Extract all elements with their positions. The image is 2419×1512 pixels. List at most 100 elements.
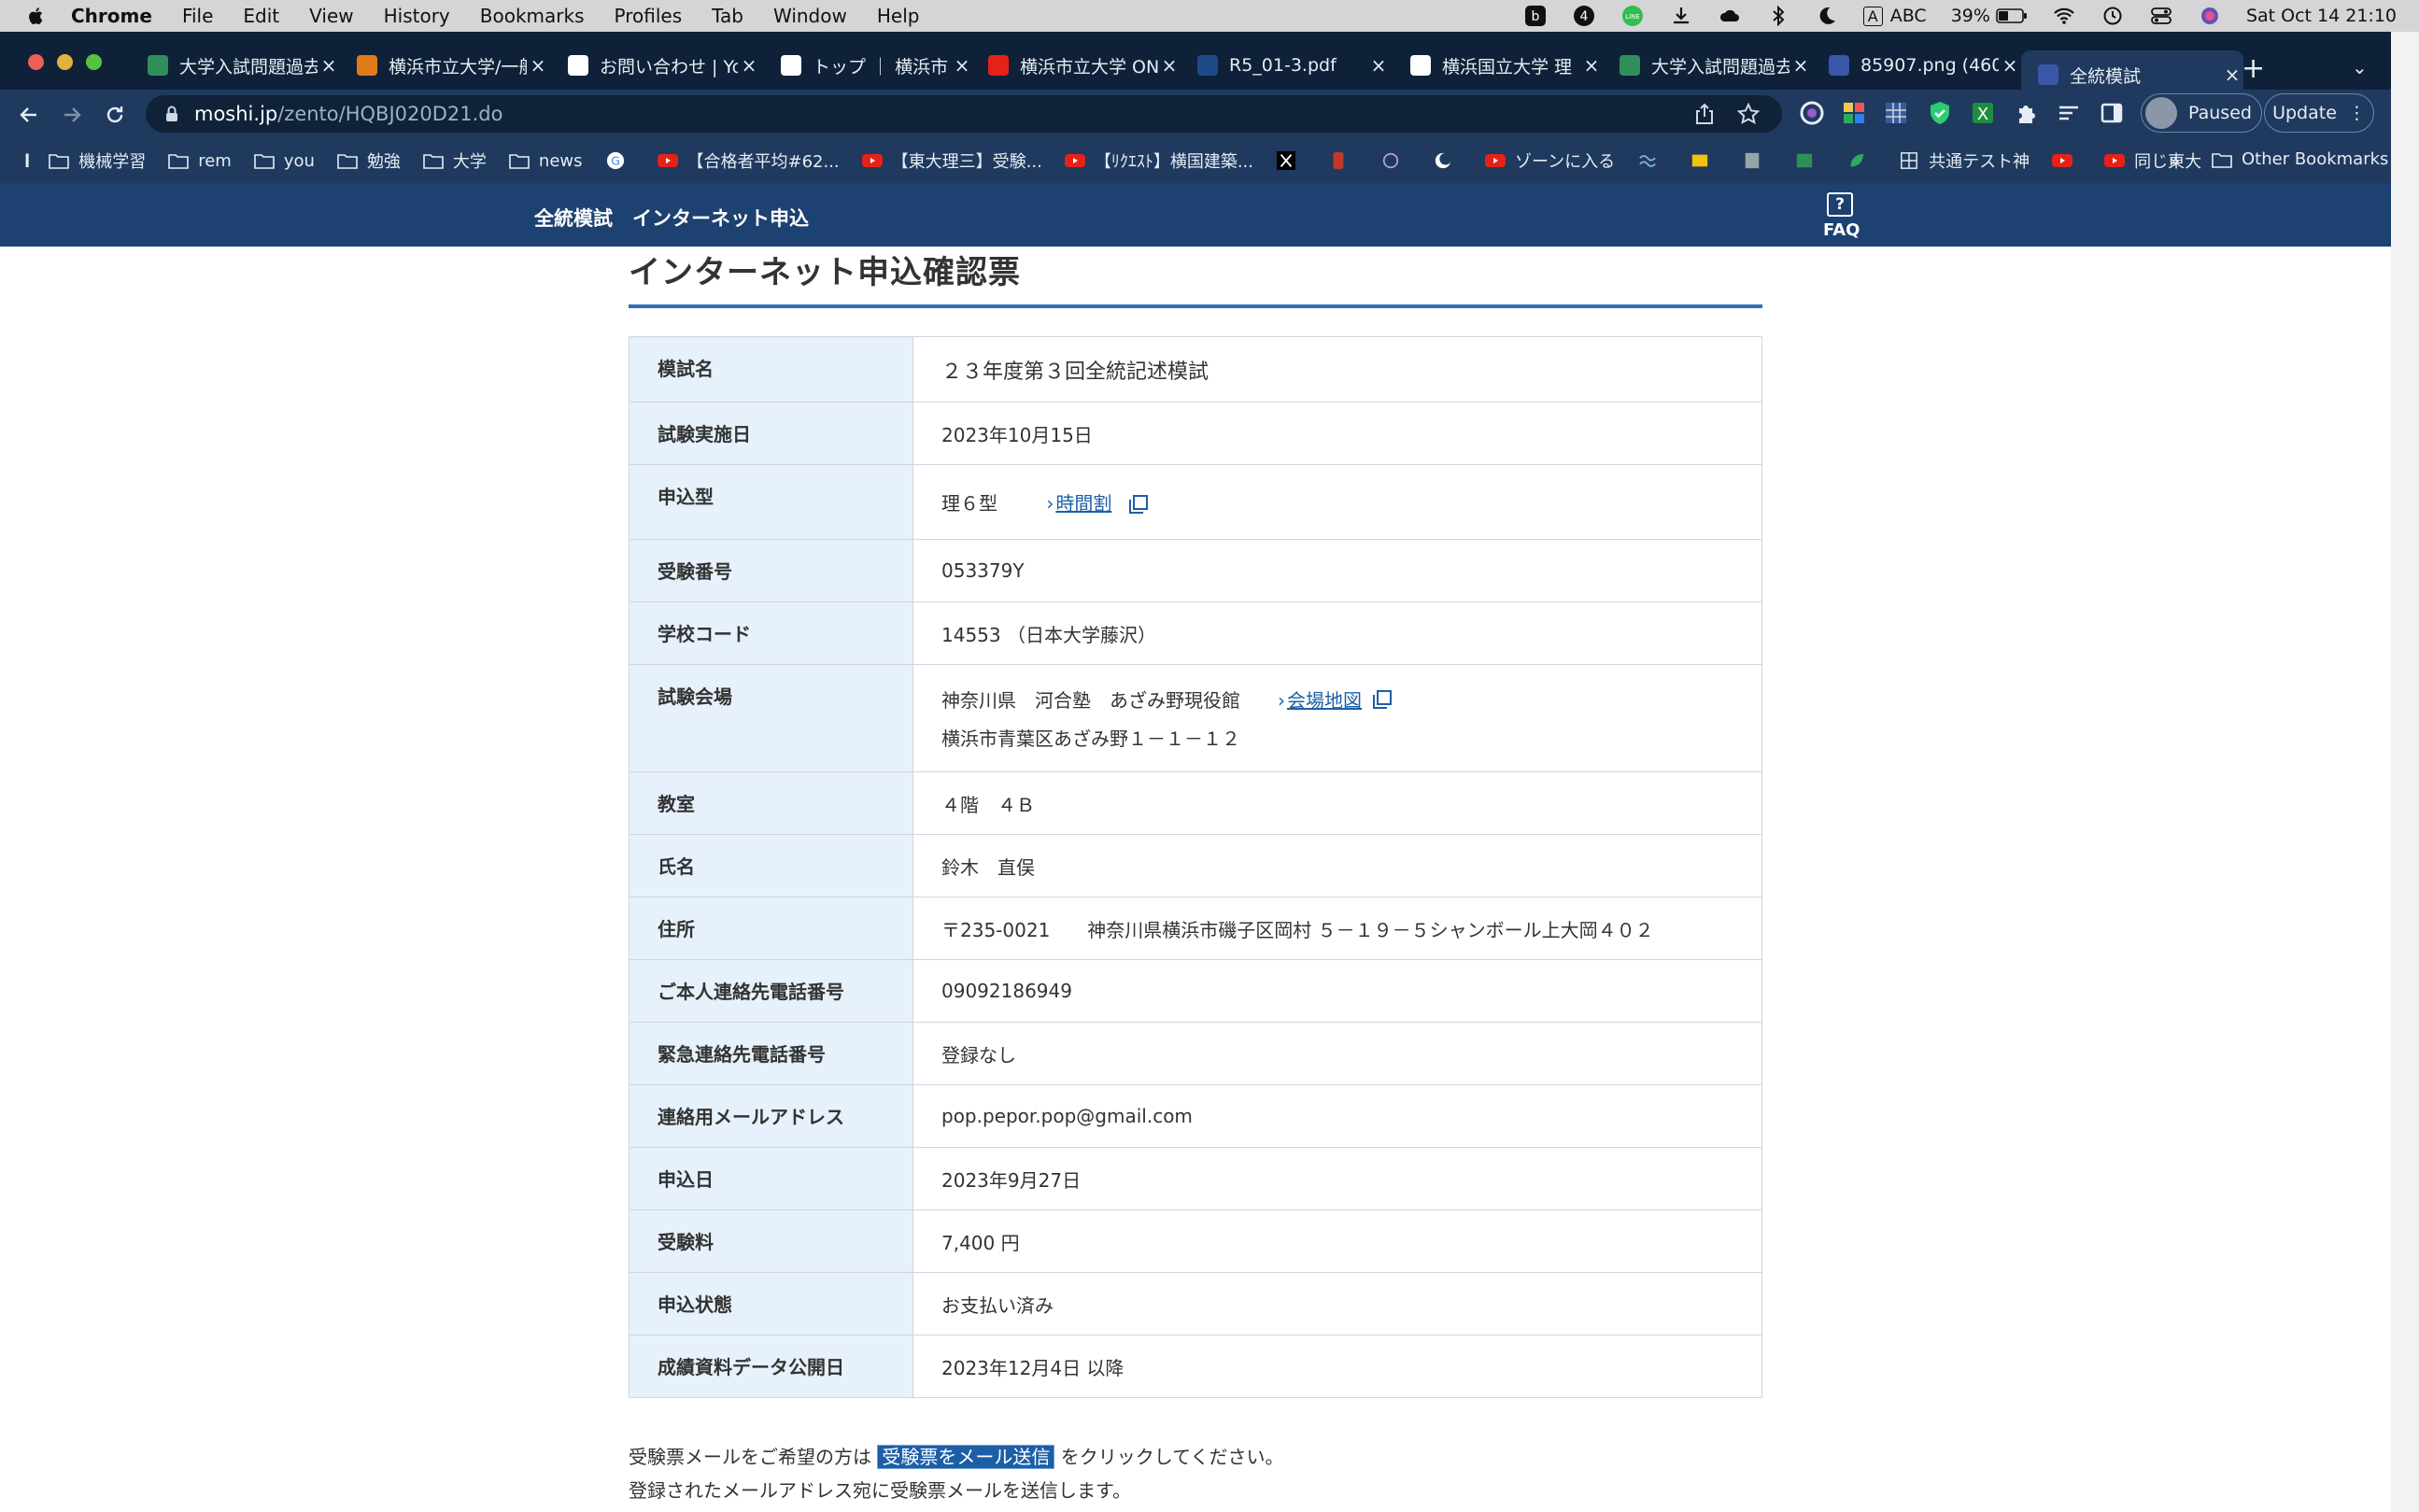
extension-shield-icon[interactable] <box>1926 99 1954 127</box>
tab-close-icon[interactable]: × <box>1367 54 1390 77</box>
time-machine-icon[interactable] <box>2101 4 2125 28</box>
tab[interactable]: トップ ｜ 横浜市 × <box>764 47 973 84</box>
bookmark-folder-university[interactable]: 大学 <box>423 148 487 173</box>
tab[interactable]: 大学入試問題過去 × <box>1603 47 1812 84</box>
bookmark-ext-3[interactable] <box>1742 151 1772 170</box>
bookmark-ext-1[interactable] <box>1637 151 1667 170</box>
menu-history[interactable]: History <box>384 5 450 27</box>
open-new-window-icon[interactable] <box>1127 493 1150 516</box>
bookmark-kyotsu[interactable]: 共通テスト神 <box>1899 148 2030 173</box>
cloud-icon[interactable] <box>1718 4 1742 28</box>
tab[interactable]: 大学入試問題過去 × <box>131 47 340 84</box>
tab-search-chevron-icon[interactable]: ⌄ <box>2352 56 2368 78</box>
bookmark-youtube-2[interactable]: 【東大理三】受験... <box>861 148 1042 173</box>
side-panel-icon[interactable] <box>2098 99 2126 127</box>
menu-profiles[interactable]: Profiles <box>615 5 683 27</box>
forward-arrow-icon[interactable] <box>58 101 86 129</box>
line-icon[interactable]: LINE <box>1620 4 1645 28</box>
menu-window[interactable]: Window <box>773 5 847 27</box>
tab[interactable]: 横浜市立大学 ON × <box>971 47 1181 84</box>
back-arrow-icon[interactable] <box>15 101 43 129</box>
site-title[interactable]: 全統模試 インターネット申込 <box>534 204 809 232</box>
bookmark-google[interactable]: G <box>605 151 635 170</box>
menu-file[interactable]: File <box>182 5 213 27</box>
zoom-window-button[interactable] <box>86 54 102 70</box>
extensions-puzzle-icon[interactable] <box>2012 99 2040 127</box>
apple-icon[interactable] <box>26 6 47 26</box>
bookmark-folder-you[interactable]: you <box>254 151 315 171</box>
bookmark-youtube-5[interactable] <box>2052 151 2082 170</box>
extension-grid-icon[interactable] <box>1882 99 1910 127</box>
download-icon[interactable] <box>1669 4 1693 28</box>
bookmarks-overflow-chevron-icon[interactable]: » <box>2169 149 2180 172</box>
bookmark-youtube-3[interactable]: 【ﾘｸｴｽﾄ】横国建築... <box>1064 148 1253 173</box>
tab-close-icon[interactable]: × <box>738 54 760 77</box>
close-window-button[interactable] <box>28 54 44 70</box>
bookmark-other-folder[interactable]: Other Bookmarks <box>2212 149 2388 169</box>
clock[interactable]: Sat Oct 14 21:10 <box>2246 6 2397 26</box>
bookmark-brain[interactable] <box>1380 151 1410 170</box>
bookmark-folder-study[interactable]: 勉強 <box>337 148 401 173</box>
tab-close-icon[interactable]: × <box>951 54 973 77</box>
extension-puzzle-color-icon[interactable] <box>1840 99 1868 127</box>
battery-status[interactable]: 39% <box>1951 6 2028 26</box>
tab-close-icon[interactable]: × <box>527 54 549 77</box>
four-circle-icon[interactable]: 4 <box>1572 4 1596 28</box>
bookmark-folder-rem[interactable]: rem <box>168 151 232 171</box>
bookmark-youtube-4[interactable]: ゾーンに入る <box>1485 148 1615 173</box>
lock-icon[interactable] <box>164 105 179 123</box>
wifi-icon[interactable] <box>2052 4 2076 28</box>
bluetooth-icon[interactable] <box>1766 4 1790 28</box>
bookmark-youtube-6[interactable]: 同じ東大 <box>2104 148 2201 173</box>
menu-edit[interactable]: Edit <box>243 5 279 27</box>
menu-tab[interactable]: Tab <box>712 5 743 27</box>
tab[interactable]: 横浜市立大学/一般 × <box>340 47 549 84</box>
tab[interactable]: お問い合わせ | Yo × <box>551 47 760 84</box>
bookmark-ext-5[interactable] <box>1846 151 1876 170</box>
bookmark-x[interactable] <box>1276 151 1306 170</box>
b-app-icon[interactable]: b <box>1523 4 1548 28</box>
tab-close-icon[interactable]: × <box>2221 64 2243 86</box>
tab-close-icon[interactable]: × <box>1580 54 1603 77</box>
bookmark-ext-2[interactable] <box>1690 151 1719 170</box>
bookmark-red-app[interactable] <box>1328 151 1358 170</box>
faq-button[interactable]: ? FAQ <box>1823 192 1860 240</box>
siri-icon[interactable] <box>2198 4 2222 28</box>
page-scrollbar[interactable] <box>2391 32 2419 1512</box>
tab[interactable]: R5_01-3.pdf × <box>1181 47 1390 84</box>
bookmark-ext-4[interactable] <box>1794 151 1824 170</box>
bookmark-star-icon[interactable] <box>1737 103 1760 125</box>
venue-map-link[interactable]: › 会場地図 <box>1278 685 1362 713</box>
menu-chrome[interactable]: Chrome <box>71 5 152 27</box>
tab[interactable]: 横浜国立大学 理 × <box>1393 47 1603 84</box>
tab-close-icon[interactable]: × <box>1789 54 1812 77</box>
tab-close-icon[interactable]: × <box>318 54 340 77</box>
input-source[interactable]: A ABC <box>1862 6 1927 26</box>
new-tab-icon[interactable]: + <box>2242 52 2265 85</box>
extension-circle-icon[interactable] <box>1798 99 1826 127</box>
bookmark-youtube-1[interactable]: 【合格者平均#62... <box>657 148 840 173</box>
menu-bookmarks[interactable]: Bookmarks <box>480 5 585 27</box>
tab-close-icon[interactable]: × <box>1999 54 2021 77</box>
menu-help[interactable]: Help <box>877 5 920 27</box>
bookmark-folder-news[interactable]: news <box>509 151 583 171</box>
bookmark-app-icon[interactable]: 𝐈 <box>24 149 30 172</box>
bookmark-moon[interactable] <box>1433 151 1463 170</box>
menu-view[interactable]: View <box>309 5 353 27</box>
reading-list-icon[interactable] <box>2055 99 2083 127</box>
open-new-window-icon[interactable] <box>1371 688 1393 711</box>
tab-close-icon[interactable]: × <box>1158 54 1181 77</box>
share-icon[interactable] <box>1694 103 1715 125</box>
update-button[interactable]: Update ⋮ <box>2264 93 2374 133</box>
tab[interactable]: 85907.png (460 × <box>1812 47 2021 84</box>
control-center-icon[interactable] <box>2149 4 2173 28</box>
reload-icon[interactable] <box>101 101 129 129</box>
moon-icon[interactable] <box>1815 4 1839 28</box>
extension-x-sheet-icon[interactable]: X <box>1969 99 1997 127</box>
timetable-link[interactable]: › 時間割 <box>1046 492 1111 515</box>
profile-paused-button[interactable]: Paused <box>2141 93 2262 133</box>
send-ticket-mail-button[interactable]: 受験票をメール送信 <box>877 1445 1055 1469</box>
address-bar[interactable]: moshi.jp/zento/HQBJ020D21.do <box>146 95 1782 133</box>
bookmark-folder-ml[interactable]: 機械学習 <box>49 148 146 173</box>
minimize-window-button[interactable] <box>57 54 73 70</box>
